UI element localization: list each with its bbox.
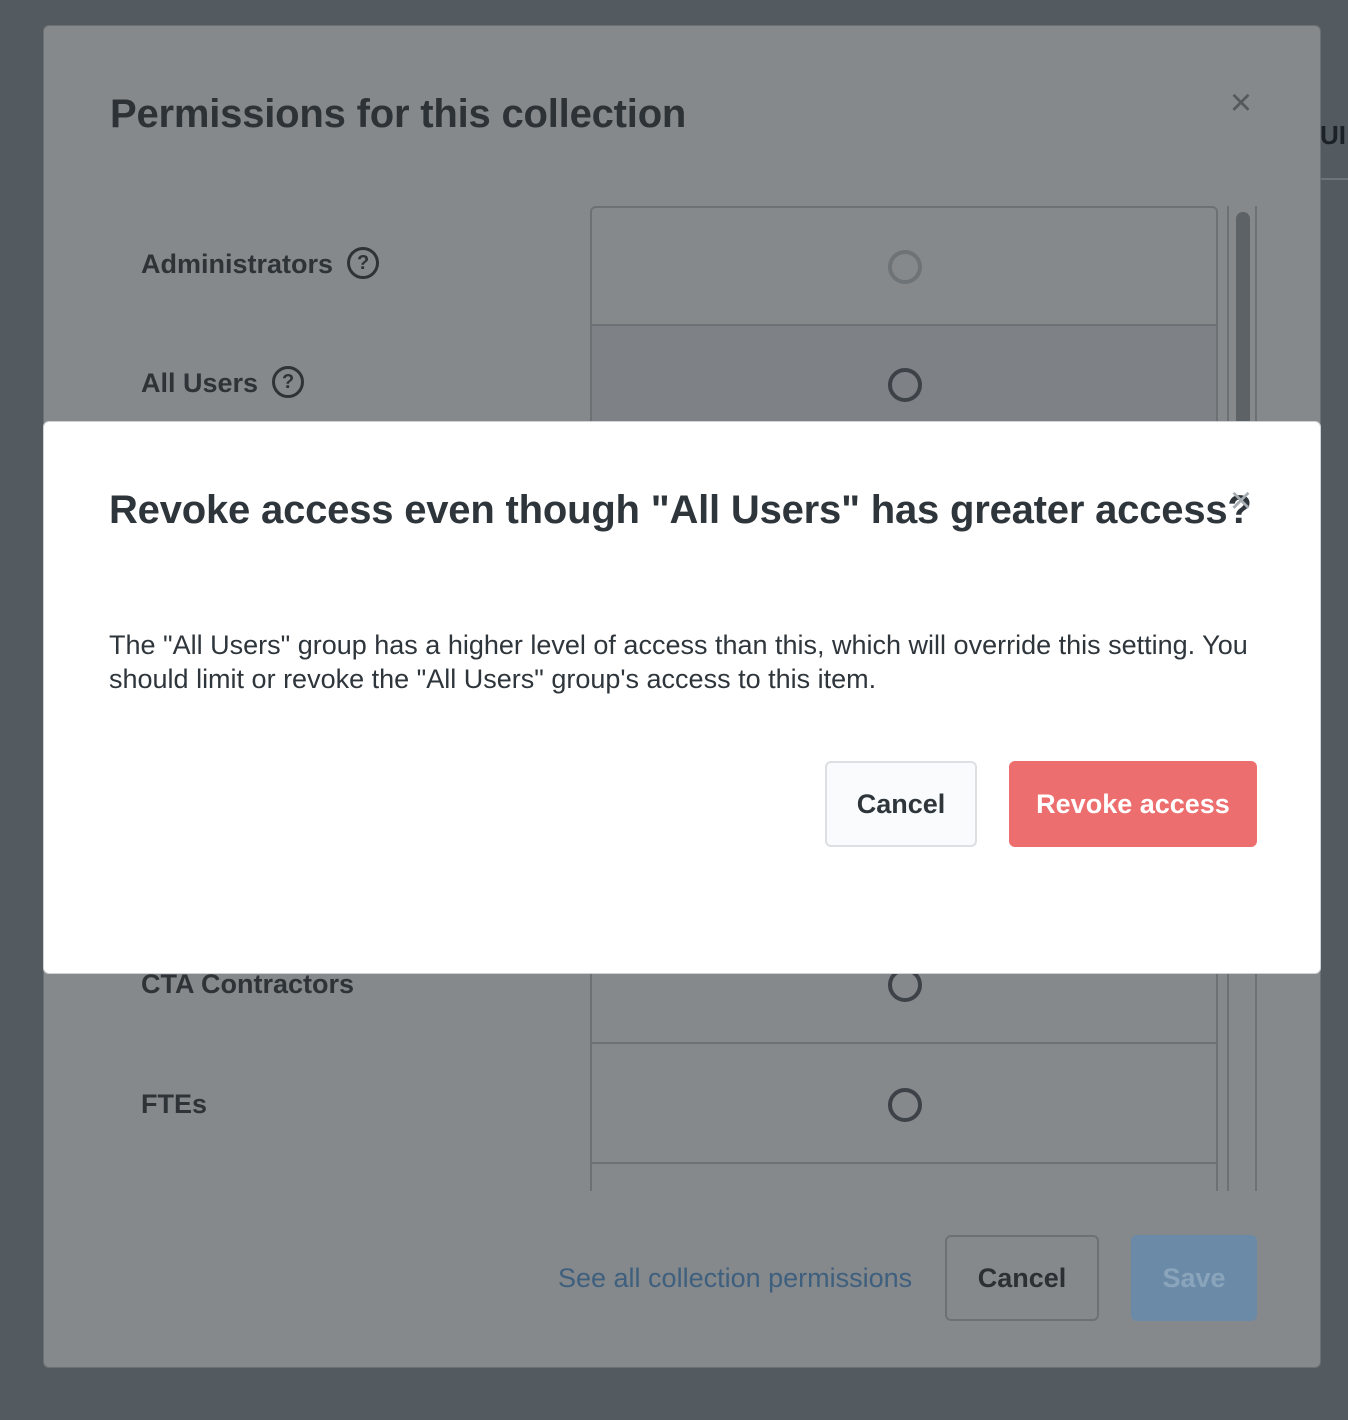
group-label-text: All Users — [141, 368, 259, 398]
help-icon[interactable]: ? — [347, 246, 380, 279]
group-label-ftes: FTEs — [141, 1089, 207, 1120]
background-divider — [1320, 178, 1348, 180]
group-label-text: Administrators — [141, 249, 334, 279]
revoke-access-dialog: Revoke access even though "All Users" ha… — [43, 421, 1321, 974]
background-peek-text: UI — [1320, 120, 1346, 150]
revoke-dialog-title: Revoke access even though "All Users" ha… — [109, 488, 1252, 532]
permission-radio-ftes[interactable] — [888, 1088, 922, 1122]
permissions-save-button[interactable]: Save — [1131, 1235, 1257, 1321]
revoke-close-icon[interactable]: × — [1224, 482, 1258, 520]
permission-row-ftes — [592, 1046, 1216, 1164]
revoke-access-button[interactable]: Revoke access — [1009, 761, 1257, 847]
permission-row-administrators — [592, 208, 1216, 326]
group-label-administrators: Administrators? — [141, 246, 380, 282]
group-label-all-users: All Users? — [141, 365, 305, 401]
revoke-cancel-button[interactable]: Cancel — [825, 761, 977, 847]
help-icon[interactable]: ? — [272, 365, 305, 398]
permissions-close-icon[interactable]: × — [1224, 84, 1258, 122]
permissions-cancel-button[interactable]: Cancel — [945, 1235, 1099, 1321]
permission-radio-all-users[interactable] — [888, 368, 922, 402]
see-all-permissions-link[interactable]: See all collection permissions — [558, 1263, 912, 1294]
revoke-dialog-message: The "All Users" group has a higher level… — [109, 630, 1248, 694]
permissions-modal-title: Permissions for this collection — [110, 92, 687, 136]
group-label-text: FTEs — [141, 1089, 208, 1119]
scrollbar-thumb[interactable] — [1236, 212, 1250, 452]
permission-radio-administrators[interactable] — [888, 250, 922, 284]
background-page-peek: UI — [1320, 120, 1348, 180]
